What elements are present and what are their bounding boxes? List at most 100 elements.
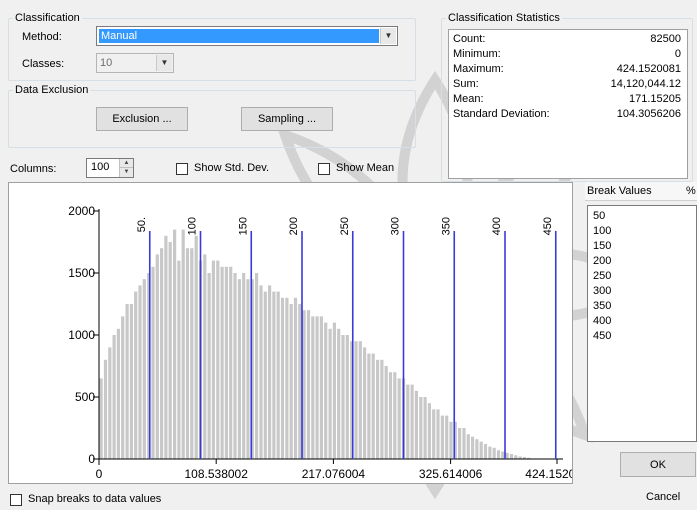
histogram-bar: [285, 297, 289, 459]
break-value-item[interactable]: 50: [593, 210, 605, 222]
snap-breaks-checkbox[interactable]: Snap breaks to data values: [10, 493, 210, 507]
ok-button[interactable]: OK: [620, 452, 696, 477]
histogram-bar: [393, 372, 397, 459]
histogram-bar: [259, 285, 263, 459]
stat-label: Standard Deviation:: [453, 108, 550, 120]
break-label: 450: [542, 217, 554, 235]
histogram-bar: [466, 434, 470, 459]
show-std-dev-checkbox[interactable]: Show Std. Dev.: [176, 162, 286, 176]
columns-spinner[interactable]: 100 ▲ ▼: [86, 158, 134, 178]
stat-label: Count:: [453, 33, 486, 45]
stat-label: Sum:: [453, 78, 479, 90]
chevron-down-icon[interactable]: ▼: [380, 28, 396, 44]
spin-up-icon[interactable]: ▲: [119, 159, 133, 168]
histogram-bar: [509, 454, 514, 459]
show-std-dev-label: Show Std. Dev.: [194, 162, 269, 174]
checkbox-box[interactable]: [176, 163, 188, 175]
show-mean-checkbox[interactable]: Show Mean: [318, 162, 408, 176]
show-mean-label: Show Mean: [336, 162, 395, 174]
histogram-bar: [125, 304, 129, 459]
percent-column-header[interactable]: %: [686, 182, 696, 201]
histogram-bar: [233, 273, 237, 459]
break-value-item[interactable]: 150: [593, 240, 611, 252]
histogram-bar: [129, 304, 133, 459]
data-exclusion-legend: Data Exclusion: [15, 84, 89, 96]
checkbox-box[interactable]: [10, 494, 22, 506]
break-values-list[interactable]: 50 100 150 200 250 300 350 400 450: [587, 205, 697, 442]
histogram-bar: [337, 328, 341, 459]
stat-row: Standard Deviation: 104.3056206: [453, 108, 681, 121]
histogram-bar: [345, 335, 349, 459]
break-value-item[interactable]: 100: [593, 225, 611, 237]
histogram-bar: [194, 235, 198, 459]
break-value-item[interactable]: 250: [593, 270, 611, 282]
x-tick-label: 217.076004: [302, 467, 366, 481]
stat-row: Sum: 14,120,044.12: [453, 78, 681, 91]
method-dropdown[interactable]: Manual ▼: [96, 26, 398, 46]
stat-value: 424.1520081: [616, 63, 681, 75]
break-label: 300: [390, 217, 402, 235]
stat-row: Maximum: 424.1520081: [453, 63, 681, 76]
break-label: 100: [187, 217, 199, 235]
histogram-bar: [108, 347, 112, 459]
histogram-bar: [272, 291, 276, 459]
histogram-bar: [458, 428, 462, 459]
histogram-bar: [358, 341, 362, 459]
histogram-bar: [445, 415, 449, 459]
histogram-bar: [207, 273, 211, 459]
histogram-bar: [505, 452, 509, 459]
histogram-bar: [501, 451, 505, 459]
histogram-bar: [319, 316, 323, 459]
stat-label: Minimum:: [453, 48, 501, 60]
histogram-bar: [462, 428, 466, 459]
histogram-bar: [384, 366, 388, 459]
break-label: 400: [491, 217, 503, 235]
stat-row: Minimum: 0: [453, 48, 681, 61]
histogram-bar: [423, 397, 427, 459]
histogram-bar: [276, 291, 280, 459]
stat-value: 14,120,044.12: [610, 78, 681, 90]
histogram-bar: [371, 353, 375, 459]
y-tick-label: 500: [75, 390, 95, 404]
sampling-button[interactable]: Sampling ...: [241, 107, 333, 131]
histogram-bar: [406, 384, 410, 459]
histogram-bar: [440, 415, 444, 459]
snap-breaks-label: Snap breaks to data values: [28, 493, 162, 505]
cancel-button[interactable]: Cancel: [646, 491, 680, 503]
exclusion-button[interactable]: Exclusion ...: [96, 107, 188, 131]
break-value-item[interactable]: 450: [593, 330, 611, 342]
break-value-item[interactable]: 350: [593, 300, 611, 312]
statistics-panel: Count: 82500 Minimum: 0 Maximum: 424.152…: [448, 29, 688, 179]
chevron-down-icon[interactable]: ▼: [156, 55, 172, 71]
histogram-bar: [255, 273, 259, 459]
spin-down-icon[interactable]: ▼: [119, 168, 133, 177]
histogram-chart[interactable]: 2000 1500 1000 500 00 108.538002 217.076004 325…: [9, 183, 573, 484]
histogram-bar: [103, 359, 108, 459]
break-value-item[interactable]: 300: [593, 285, 611, 297]
histogram-bar: [116, 328, 120, 459]
histogram-bar: [483, 444, 488, 459]
classes-label: Classes:: [22, 58, 65, 70]
break-value-item[interactable]: 200: [593, 255, 611, 267]
histogram-bar: [155, 254, 159, 459]
histogram-bar: [164, 235, 168, 459]
histogram-bar: [216, 260, 220, 459]
break-label: 200: [288, 217, 300, 235]
histogram-panel[interactable]: 2000 1500 1000 500 0 0 108.538002 217.076004 325…: [8, 182, 573, 484]
y-tick-label: 1500: [68, 266, 95, 280]
stat-row: Mean: 171.15205: [453, 93, 681, 106]
x-tick-label: 424.152008: [525, 467, 573, 481]
checkbox-box[interactable]: [318, 163, 330, 175]
y-tick-label: 1000: [68, 328, 95, 342]
classes-dropdown[interactable]: 10 ▼: [96, 53, 174, 73]
histogram-bar: [177, 260, 181, 459]
histogram-bar: [436, 409, 440, 459]
histogram-bar: [121, 316, 125, 459]
histogram-bar: [211, 260, 215, 459]
y-tick-label: 2000: [68, 204, 95, 218]
histogram-bar: [293, 297, 298, 459]
break-value-item[interactable]: 400: [593, 315, 611, 327]
histogram-bar: [237, 279, 241, 459]
histogram-bar: [328, 328, 332, 459]
histogram-bar: [112, 335, 116, 459]
